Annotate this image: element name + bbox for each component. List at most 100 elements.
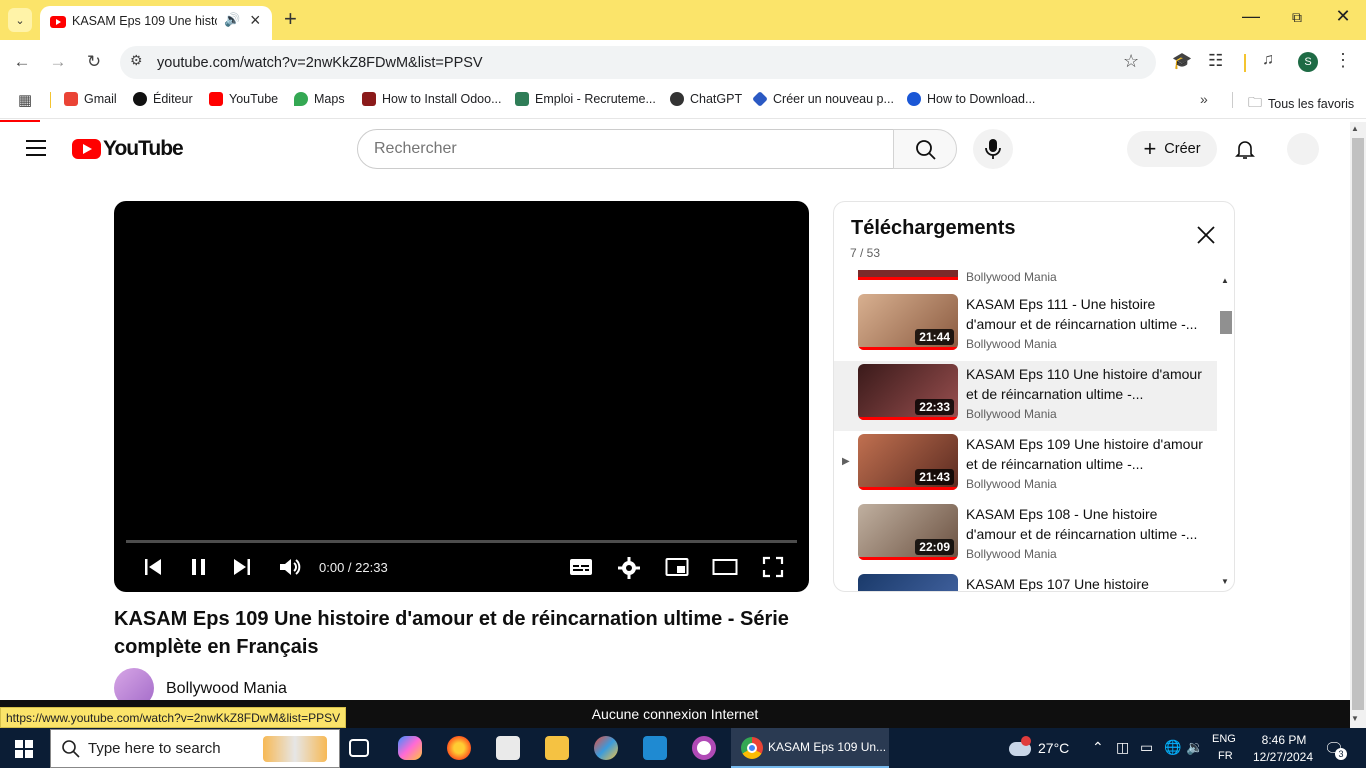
playlist-scrollbar-thumb[interactable] — [1220, 311, 1232, 334]
copilot-icon[interactable] — [398, 736, 422, 760]
bookmark-chatgpt[interactable]: ChatGPT — [670, 92, 742, 106]
bookmark-editeur[interactable]: Éditeur — [133, 92, 193, 106]
bookmark-odoo[interactable]: How to Install Odoo... — [362, 92, 502, 106]
vscode-icon[interactable] — [643, 736, 667, 760]
task-view-icon[interactable] — [349, 739, 369, 757]
channel-name[interactable]: Bollywood Mania — [166, 680, 287, 698]
youtube-logo-icon[interactable] — [72, 139, 101, 159]
windows-start-icon[interactable] — [15, 740, 33, 758]
reload-icon[interactable]: ↻ — [82, 50, 106, 74]
hamburger-menu-icon[interactable] — [26, 140, 46, 161]
minimize-icon[interactable]: — — [1228, 6, 1274, 27]
forward-icon[interactable]: → — [46, 50, 70, 74]
search-icon — [62, 740, 80, 758]
scroll-down-icon[interactable]: ▼ — [1351, 714, 1359, 723]
battery-icon[interactable]: ▭ — [1140, 739, 1153, 756]
fullscreen-icon[interactable] — [762, 556, 784, 583]
gmail-icon — [64, 92, 78, 106]
notification-count-badge: 3 — [1335, 748, 1347, 760]
more-menu-icon[interactable]: ⋮ — [1334, 50, 1352, 71]
next-icon[interactable] — [232, 556, 252, 583]
download-site-icon — [907, 92, 921, 106]
close-icon[interactable] — [1196, 224, 1216, 252]
input-language[interactable]: ENG — [1212, 733, 1236, 745]
extension-icon[interactable]: 🎓 — [1172, 51, 1192, 71]
profile-avatar[interactable]: S — [1298, 52, 1318, 72]
pause-icon[interactable] — [189, 556, 209, 583]
speaker-icon[interactable]: 🔊 — [224, 12, 240, 28]
playlist-item[interactable]: 21:44 KASAM Eps 111 - Une histoire d'amo… — [834, 291, 1217, 361]
bookmark-star-icon[interactable]: ☆ — [1123, 51, 1139, 72]
firefox-icon[interactable] — [447, 736, 471, 760]
bookmark-download[interactable]: How to Download... — [907, 92, 1035, 106]
media-player-icon[interactable] — [692, 736, 716, 760]
miniplayer-icon[interactable] — [665, 556, 689, 583]
bookmark-label: How to Install Odoo... — [382, 92, 502, 106]
weather-temperature[interactable]: 27°C — [1038, 740, 1069, 756]
extensions-puzzle-icon[interactable]: ☷ — [1208, 51, 1223, 71]
playlist-item[interactable]: 22:09 KASAM Eps 108 - Une histoire d'amo… — [834, 501, 1217, 571]
new-tab-button[interactable]: + — [284, 6, 297, 32]
video-progress-bar[interactable] — [126, 540, 797, 543]
theater-mode-icon[interactable] — [712, 556, 738, 583]
playlist-item-title: KASAM Eps 111 - Une histoire d'amour et … — [966, 296, 1198, 332]
search-icon — [916, 140, 936, 160]
tray-chevron-up-icon[interactable]: ⌃ — [1092, 739, 1104, 756]
all-bookmarks-folder[interactable]: 🗀 Tous les favoris — [1248, 92, 1354, 116]
partial-thumbnail[interactable] — [858, 270, 958, 280]
scroll-up-icon[interactable]: ▲ — [1351, 124, 1359, 133]
playlist-item-current[interactable]: ▶ 21:43 KASAM Eps 109 Une histoire d'amo… — [834, 431, 1217, 501]
account-avatar[interactable] — [1287, 133, 1319, 165]
bookmark-gmail[interactable]: Gmail — [64, 92, 117, 106]
bookmark-maps[interactable]: Maps — [294, 92, 345, 106]
window-close-icon[interactable]: ✕ — [1320, 6, 1366, 27]
keyboard-layout[interactable]: FR — [1218, 750, 1233, 762]
volume-icon[interactable] — [278, 556, 302, 583]
duration-badge: 21:44 — [915, 329, 954, 345]
tab-search-button[interactable]: ⌄ — [8, 8, 32, 32]
back-icon[interactable]: ← — [10, 50, 34, 74]
page-scrollbar-thumb[interactable] — [1352, 138, 1364, 710]
youtube-logo-text[interactable]: YouTube — [103, 137, 184, 161]
playlist-item-channel: Bollywood Mania — [966, 270, 1057, 284]
playlist-item[interactable]: 22:33 KASAM Eps 110 Une histoire d'amour… — [834, 361, 1217, 431]
odoo-site-icon — [362, 92, 376, 106]
file-explorer-icon[interactable] — [545, 736, 569, 760]
now-playing-icon: ▶ — [842, 456, 850, 467]
apps-grid-icon[interactable]: ▦ — [18, 91, 32, 109]
watched-bar — [858, 347, 958, 350]
bookmark-emploi[interactable]: Emploi - Recruteme... — [515, 92, 656, 106]
clock-date[interactable]: 12/27/2024 — [1250, 750, 1316, 764]
tray-device-icon[interactable]: ◫ — [1116, 739, 1129, 756]
scroll-down-icon[interactable]: ▼ — [1221, 577, 1229, 586]
video-player[interactable] — [114, 201, 809, 592]
more-bookmarks-icon[interactable]: » — [1200, 91, 1208, 107]
playlist-item-title: KASAM Eps 109 Une histoire d'amour et de… — [966, 436, 1203, 472]
subtitles-icon[interactable] — [569, 556, 593, 583]
create-button[interactable]: + Créer — [1127, 131, 1217, 167]
playlist-item-title: KASAM Eps 107 Une histoire — [966, 576, 1149, 592]
bookmark-creer[interactable]: Créer un nouveau p... — [752, 91, 894, 107]
bookmark-label: Tous les favoris — [1268, 97, 1355, 111]
bookmark-youtube[interactable]: YouTube — [209, 92, 278, 106]
volume-tray-icon[interactable]: 🔉 — [1186, 739, 1203, 756]
url-text[interactable]: youtube.com/watch?v=2nwKkZ8FDwM&list=PPS… — [157, 55, 483, 71]
network-globe-icon[interactable]: 🌐 — [1164, 739, 1181, 756]
media-control-icon[interactable]: ♫ — [1262, 51, 1274, 69]
voice-search-button[interactable] — [973, 129, 1013, 169]
scroll-up-icon[interactable]: ▲ — [1221, 276, 1229, 285]
search-button[interactable] — [893, 129, 957, 169]
search-input[interactable] — [357, 129, 894, 169]
close-tab-icon[interactable]: × — [250, 10, 261, 31]
previous-icon[interactable] — [143, 556, 163, 583]
restore-icon[interactable]: ⧉ — [1274, 9, 1320, 26]
weather-cloud-icon[interactable] — [1007, 736, 1031, 756]
clock-time[interactable]: 8:46 PM — [1256, 733, 1312, 747]
playlist-item[interactable]: KASAM Eps 107 Une histoire — [834, 571, 1217, 592]
settings-gear-icon[interactable] — [617, 556, 641, 585]
calendar-app-icon[interactable] — [496, 736, 520, 760]
site-info-icon[interactable]: ⚙ — [130, 52, 148, 70]
paint-icon[interactable] — [594, 736, 618, 760]
notifications-bell-icon[interactable] — [1233, 137, 1257, 166]
active-tab[interactable]: KASAM Eps 109 Une histoire 🔊 × — [40, 6, 272, 40]
